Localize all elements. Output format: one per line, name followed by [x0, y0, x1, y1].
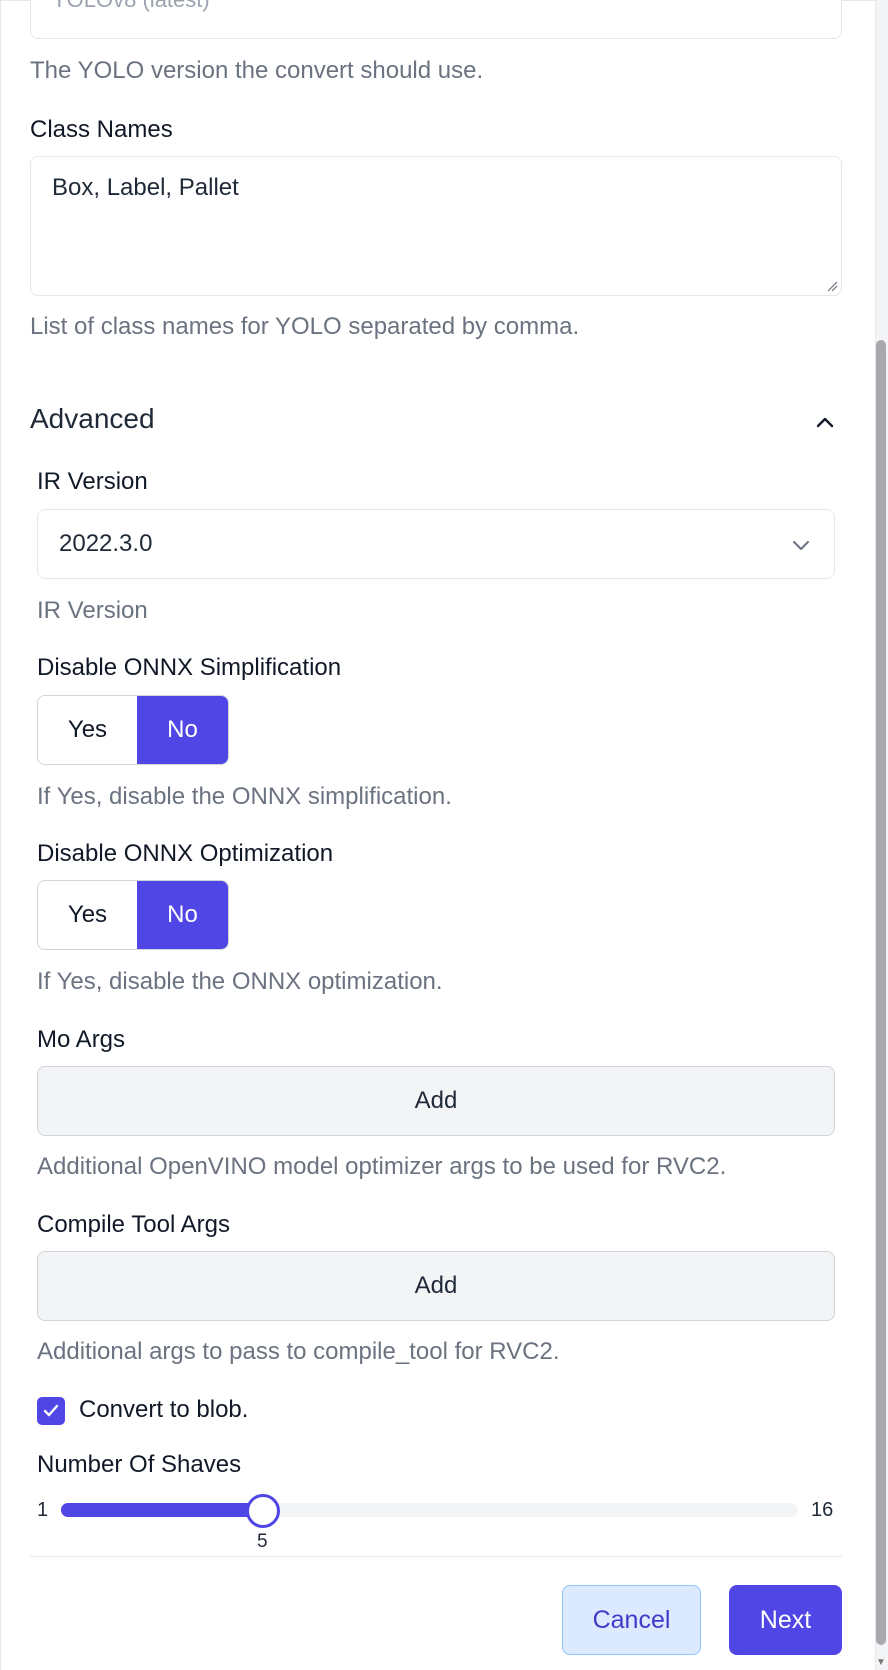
checkmark-icon: [43, 1404, 59, 1417]
shaves-slider-thumb[interactable]: [246, 1494, 280, 1528]
scrollbar[interactable]: ▼: [875, 0, 888, 1670]
ir-version-value: 2022.3.0: [59, 530, 153, 557]
disable-optimization-label: Disable ONNX Optimization: [37, 840, 334, 867]
compile-tool-args-add-button[interactable]: Add: [37, 1251, 835, 1321]
next-button[interactable]: Next: [729, 1585, 842, 1655]
slider-value-label: 5: [257, 1531, 268, 1552]
chevron-down-icon: [793, 541, 809, 550]
slider-min-label: 1: [37, 1499, 49, 1521]
disable-simplification-help: If Yes, disable the ONNX simplification.: [37, 783, 452, 810]
class-names-help: List of class names for YOLO separated b…: [30, 313, 580, 340]
disable-simplification-toggle: Yes No: [37, 695, 229, 765]
disable-simplification-label: Disable ONNX Simplification: [37, 654, 342, 681]
class-names-label: Class Names: [30, 116, 173, 143]
resize-grip-icon[interactable]: [826, 280, 838, 292]
class-names-value: Box, Label, Pallet: [52, 174, 239, 201]
ir-version-label: IR Version: [37, 468, 148, 495]
convert-to-blob-checkbox[interactable]: [37, 1397, 65, 1425]
yolo-version-help: The YOLO version the convert should use.: [30, 57, 484, 84]
compile-tool-args-label: Compile Tool Args: [37, 1211, 230, 1238]
disable-optimization-yes[interactable]: Yes: [38, 881, 137, 949]
disable-simplification-yes[interactable]: Yes: [38, 696, 137, 764]
ir-version-help: IR Version: [37, 597, 148, 624]
slider-max-label: 16: [811, 1499, 834, 1521]
class-names-textarea[interactable]: Box, Label, Pallet: [30, 156, 842, 296]
shaves-slider-fill: [61, 1503, 258, 1517]
chevron-up-icon[interactable]: [814, 411, 836, 433]
disable-optimization-no[interactable]: No: [136, 881, 228, 949]
disable-simplification-no[interactable]: No: [136, 696, 228, 764]
mo-args-label: Mo Args: [37, 1026, 126, 1053]
advanced-section-title[interactable]: Advanced: [30, 403, 155, 435]
form-panel: YOLOv8 (latest) The YOLO version the con…: [0, 0, 875, 1670]
number-of-shaves-label: Number Of Shaves: [37, 1451, 242, 1478]
compile-tool-args-help: Additional args to pass to compile_tool …: [37, 1338, 560, 1365]
mo-args-add-button[interactable]: Add: [37, 1066, 835, 1136]
cancel-button[interactable]: Cancel: [562, 1585, 701, 1655]
mo-args-help: Additional OpenVINO model optimizer args…: [37, 1153, 727, 1180]
disable-optimization-toggle: Yes No: [37, 880, 229, 950]
disable-optimization-help: If Yes, disable the ONNX optimization.: [37, 968, 443, 995]
scrollbar-thumb[interactable]: [876, 340, 886, 1645]
shaves-slider-track[interactable]: [61, 1503, 798, 1517]
yolo-version-value: YOLOv8 (latest): [52, 0, 210, 13]
ir-version-select[interactable]: 2022.3.0: [37, 509, 835, 579]
convert-to-blob-label[interactable]: Convert to blob.: [79, 1396, 248, 1424]
footer-divider: [30, 1556, 842, 1557]
yolo-version-select[interactable]: YOLOv8 (latest): [30, 0, 842, 39]
scroll-down-arrow-icon[interactable]: ▼: [876, 1658, 886, 1668]
